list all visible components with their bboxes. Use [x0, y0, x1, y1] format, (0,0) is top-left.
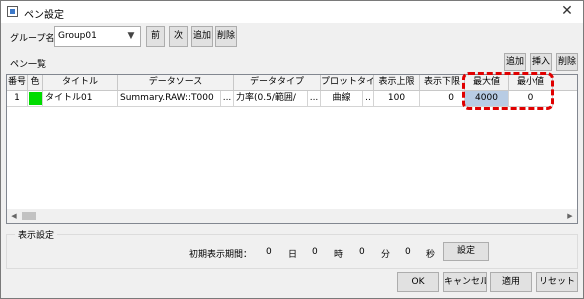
days-unit: 日	[288, 250, 298, 260]
prev-group-button[interactable]: 前	[146, 26, 165, 47]
scroll-left-icon[interactable]: ◀	[7, 209, 21, 223]
pen-list-label: ペン一覧	[10, 60, 47, 70]
row-1-color-cell[interactable]	[28, 91, 43, 107]
scrollbar-thumb[interactable]	[22, 212, 36, 220]
horizontal-scrollbar[interactable]: ◀ ▶	[7, 209, 577, 223]
row-1-lower-limit[interactable]: 0	[420, 91, 465, 107]
window-app-icon	[7, 6, 18, 17]
reset-button[interactable]: リセット	[536, 272, 578, 292]
max-min-highlight-annotation	[462, 72, 554, 110]
column-header-data-source[interactable]: データソース	[118, 75, 234, 91]
column-header-lower-limit[interactable]: 表示下限	[420, 75, 465, 91]
minutes-value: 0	[359, 247, 365, 257]
delete-pen-button[interactable]: 削除	[556, 53, 578, 71]
initial-period-label: 初期表示期間：	[189, 250, 253, 260]
next-group-button[interactable]: 次	[169, 26, 188, 47]
column-header-data-type[interactable]: データタイプ	[234, 75, 321, 91]
row-1-data-source[interactable]: Summary.RAW::T000	[118, 91, 221, 107]
hours-value: 0	[312, 247, 318, 257]
color-swatch[interactable]	[29, 92, 42, 105]
title-bar: ペン設定 ✕	[1, 1, 583, 23]
group-name-value: Group01	[58, 31, 97, 41]
pen-settings-window: ペン設定 ✕ グループ名 Group01 ▼ 前 次 追加 削除 ペン一覧 追加…	[0, 0, 584, 299]
row-1-upper-limit[interactable]: 100	[374, 91, 420, 107]
data-source-browse-button[interactable]: ...	[221, 91, 234, 107]
set-period-button[interactable]: 設定	[443, 242, 489, 261]
chevron-down-icon[interactable]: ▼	[122, 27, 140, 46]
insert-pen-button[interactable]: 挿入	[530, 53, 552, 71]
minutes-unit: 分	[381, 250, 391, 260]
row-1-data-type[interactable]: 力率(0.5/範囲/	[234, 91, 308, 107]
window-title: ペン設定	[24, 10, 64, 21]
apply-button[interactable]: 適用	[490, 272, 532, 292]
hours-unit: 時	[334, 250, 344, 260]
ok-button[interactable]: OK	[397, 272, 439, 292]
row-1-title[interactable]: タイトル01	[43, 91, 118, 107]
column-header-number[interactable]: 番号	[7, 75, 28, 91]
add-group-button[interactable]: 追加	[191, 26, 213, 47]
column-header-filler	[553, 75, 577, 91]
group-name-label: グループ名	[10, 34, 55, 44]
seconds-unit: 秒	[426, 250, 436, 260]
delete-group-button[interactable]: 削除	[215, 26, 237, 47]
scroll-right-icon[interactable]: ▶	[563, 209, 577, 223]
column-header-color[interactable]: 色	[28, 75, 43, 91]
seconds-value: 0	[405, 247, 411, 257]
row-1-plot-type[interactable]: 曲線	[321, 91, 363, 107]
data-type-browse-button[interactable]: ...	[308, 91, 321, 107]
column-header-plot-type[interactable]: プロットタイプ	[321, 75, 374, 91]
row-1-number[interactable]: 1	[7, 91, 28, 107]
days-value: 0	[266, 247, 272, 257]
close-button[interactable]: ✕	[551, 1, 583, 23]
cancel-button[interactable]: キャンセル	[443, 272, 487, 292]
column-header-title[interactable]: タイトル	[43, 75, 118, 91]
add-pen-button[interactable]: 追加	[504, 53, 526, 71]
display-settings-label: 表示設定	[15, 228, 58, 241]
column-header-upper-limit[interactable]: 表示上限	[374, 75, 420, 91]
plot-type-browse-button[interactable]: ..	[363, 91, 374, 107]
group-name-select[interactable]: Group01 ▼	[54, 26, 141, 47]
